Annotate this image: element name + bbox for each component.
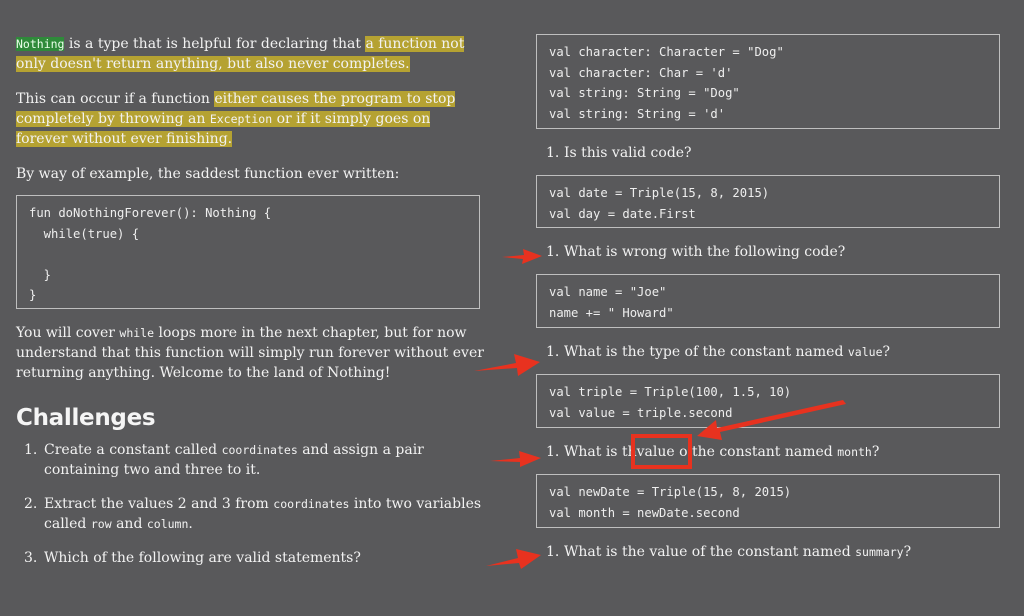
red-arrow-icon: [486, 549, 541, 569]
red-arrow-icon: [474, 354, 540, 376]
red-arrow-icon: [697, 400, 846, 440]
annotation-overlay: [474, 249, 846, 569]
red-arrow-icon: [490, 451, 541, 467]
red-highlight-box: [631, 434, 692, 469]
red-arrow-icon: [502, 249, 542, 264]
